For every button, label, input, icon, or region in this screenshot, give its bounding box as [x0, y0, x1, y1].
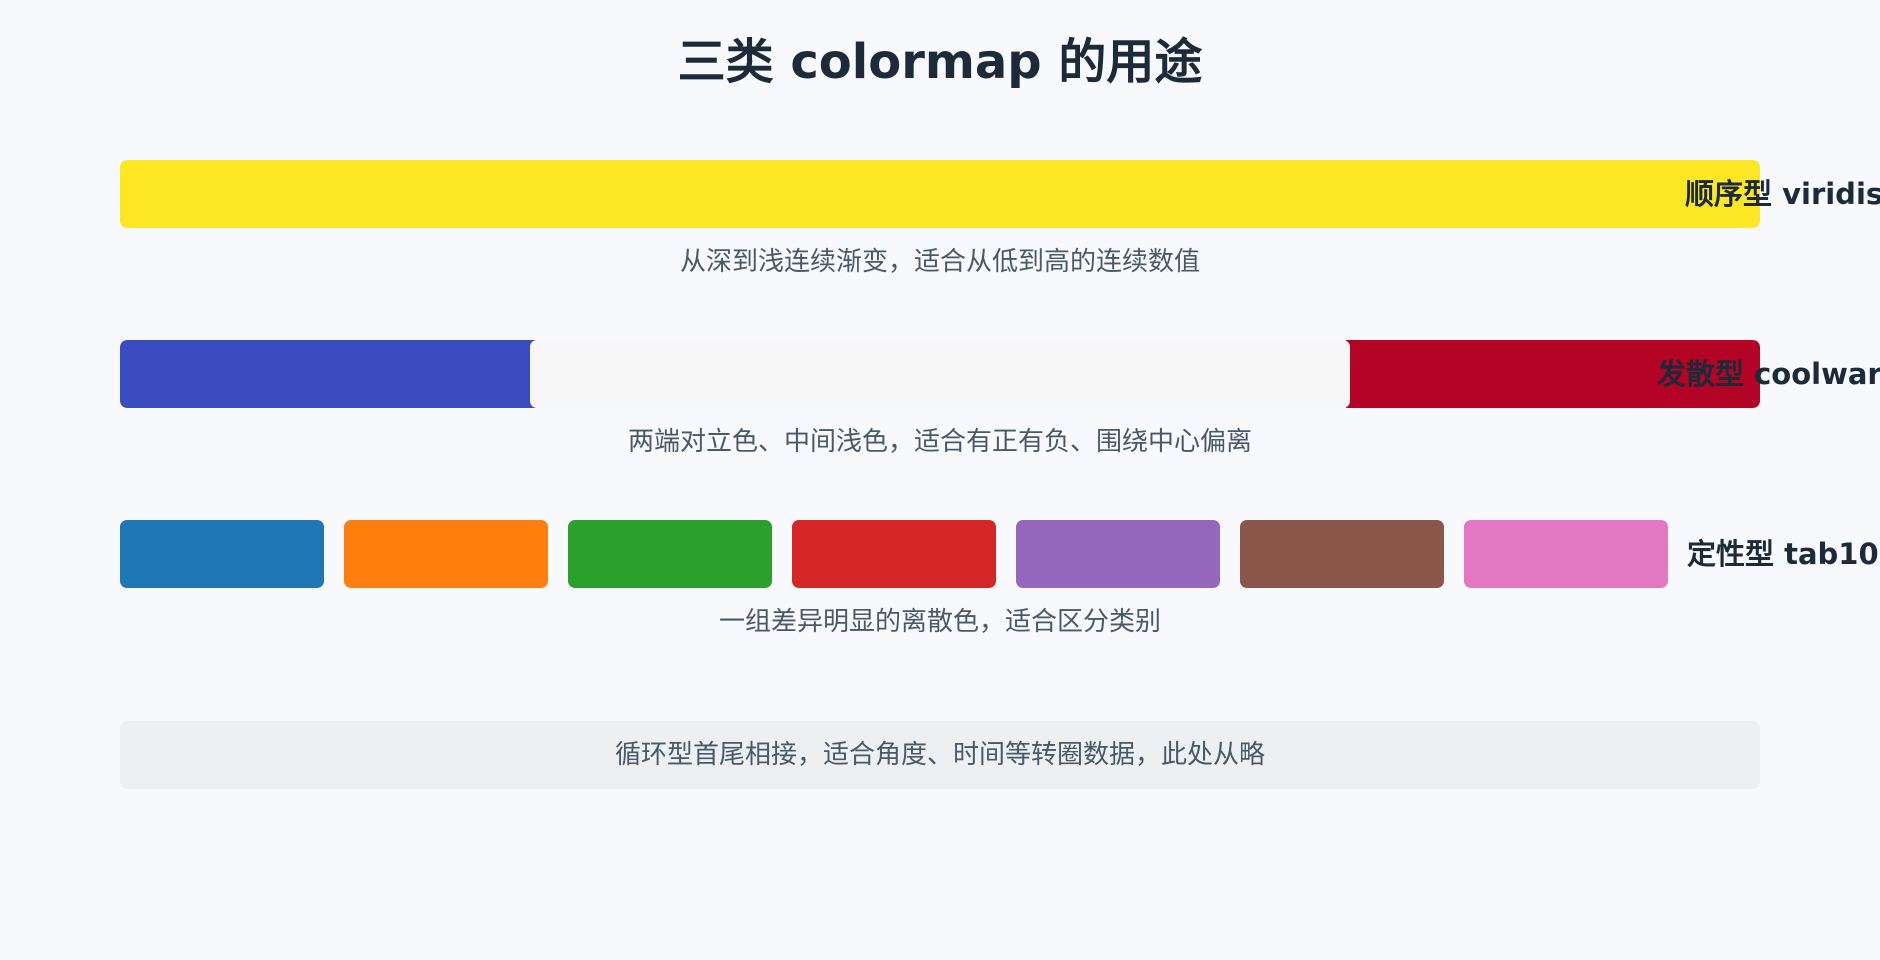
- diverging-description: 两端对立色、中间浅色，适合有正有负、围绕中心偏离: [627, 427, 1252, 457]
- qualitative-swatch-5: [1016, 520, 1220, 588]
- diverging-color-low: [120, 340, 538, 408]
- qualitative-swatch-4: [792, 520, 996, 588]
- sequential-bar: [120, 160, 1760, 228]
- qualitative-swatch-3: [568, 520, 772, 588]
- sequential-label: 顺序型 viridis: [1685, 177, 1880, 211]
- qualitative-swatch-6: [1240, 520, 1444, 588]
- diverging-label: 发散型 coolwarm: [1657, 357, 1880, 391]
- sequential-color-swatch: [120, 160, 1760, 228]
- qualitative-swatch-1: [120, 520, 324, 588]
- page-title: 三类 colormap 的用途: [677, 34, 1203, 90]
- diverging-bar: [120, 340, 1760, 408]
- qualitative-swatch-7: [1464, 520, 1668, 588]
- diverging-color-mid: [530, 340, 1350, 408]
- sequential-description: 从深到浅连续渐变，适合从低到高的连续数值: [679, 247, 1200, 277]
- qualitative-label: 定性型 tab10: [1687, 537, 1879, 571]
- qualitative-description: 一组差异明显的离散色，适合区分类别: [718, 607, 1161, 637]
- colormap-diagram: 三类 colormap 的用途 顺序型 viridis 从深到浅连续渐变，适合从…: [0, 0, 1880, 960]
- cyclic-note: 循环型首尾相接，适合角度、时间等转圈数据，此处从略: [120, 721, 1760, 789]
- qualitative-swatch-2: [344, 520, 548, 588]
